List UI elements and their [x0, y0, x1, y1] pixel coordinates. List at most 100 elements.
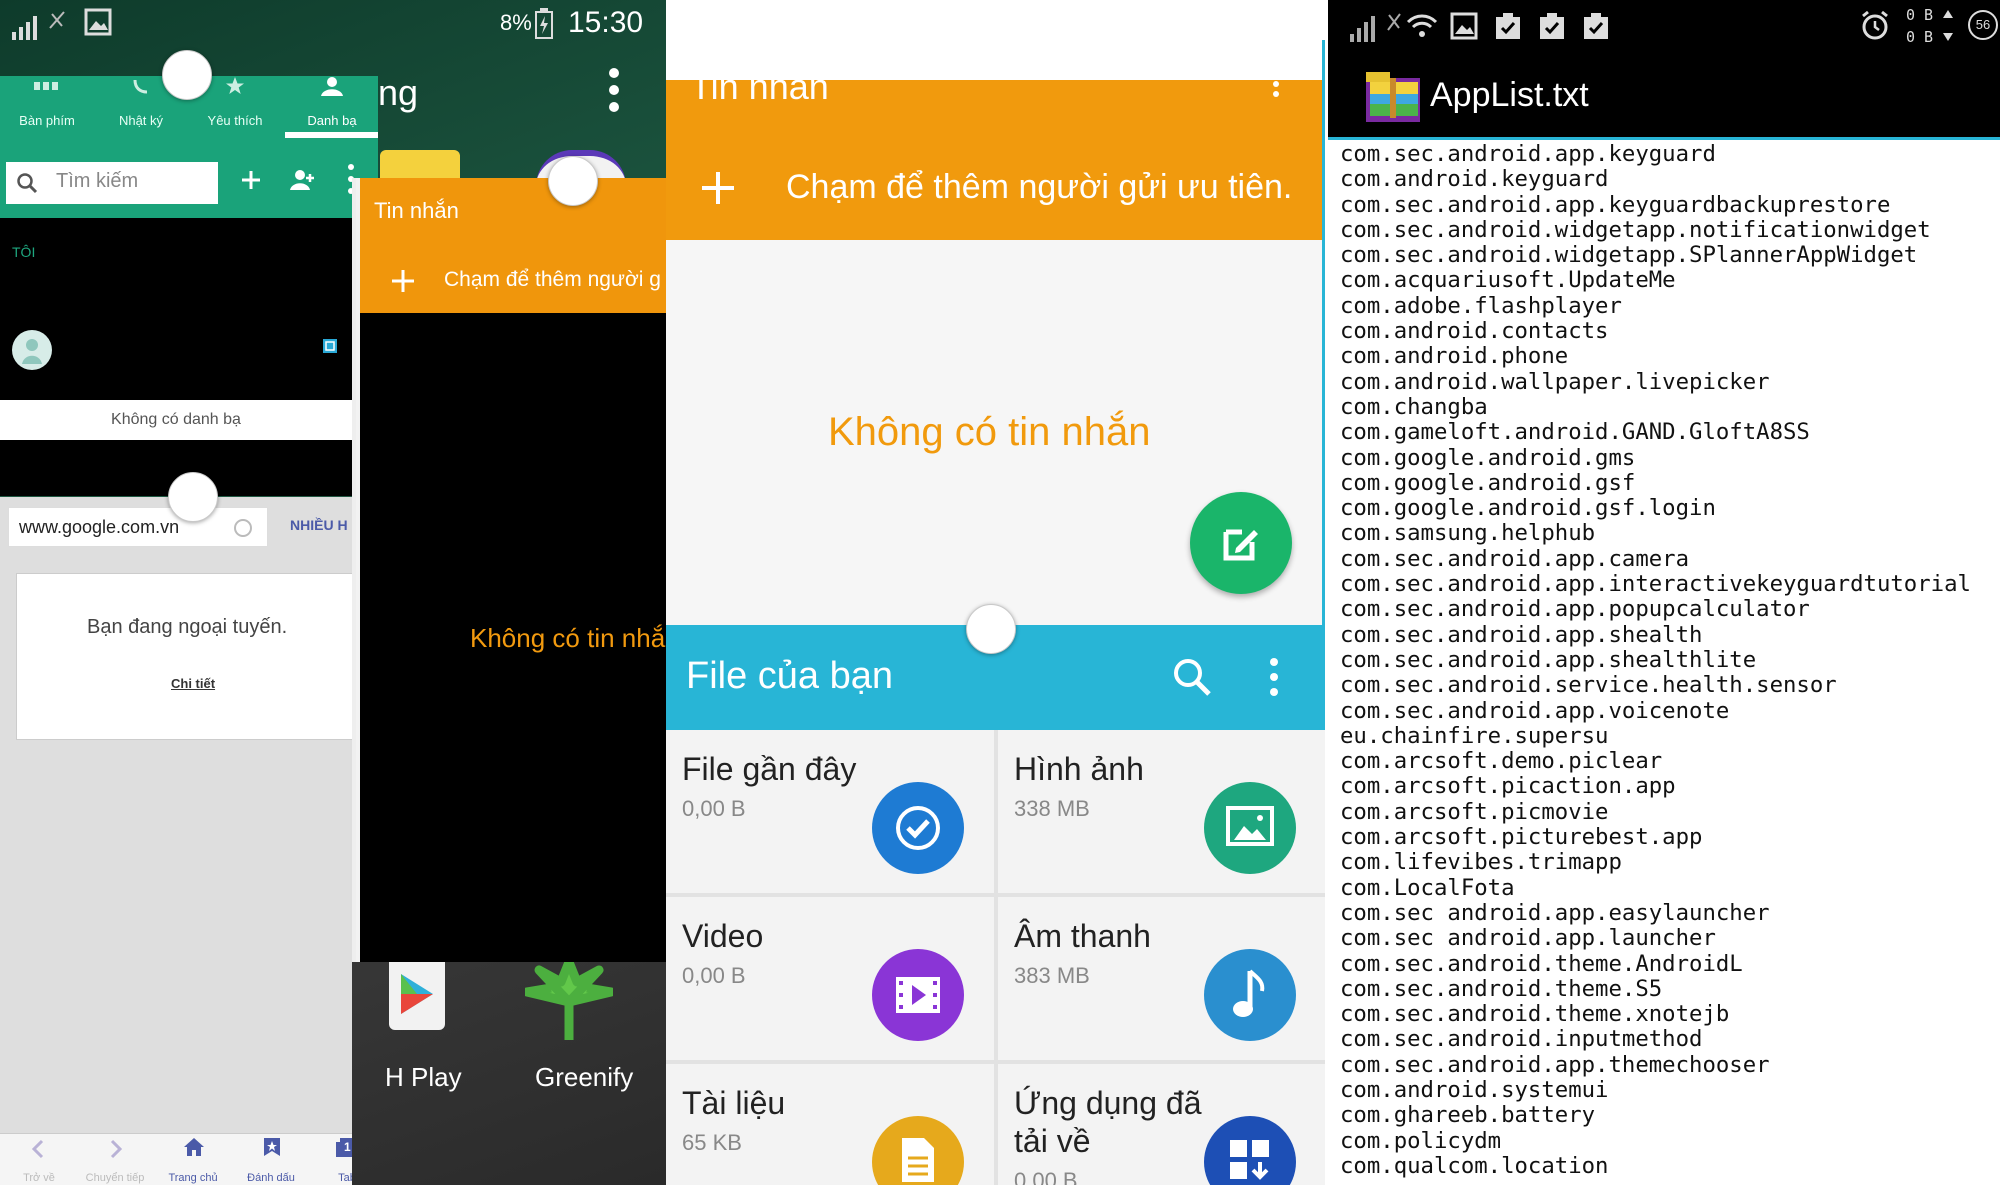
compose-fab[interactable] — [1190, 492, 1292, 594]
browser-window: www.google.com.vn NHIỀU H Bạn đang ngoại… — [0, 497, 352, 1185]
search-icon[interactable] — [1172, 657, 1212, 697]
signal-icon — [1350, 16, 1375, 42]
app-list-line: com.android.contacts — [1340, 318, 1609, 345]
nav-bookmarks[interactable]: Đánh dấu — [236, 1134, 306, 1185]
app-list-line: com.acquariusoft.UpdateMe — [1340, 267, 1676, 294]
person-icon — [321, 77, 343, 96]
tab-contacts[interactable]: Danh bạ — [285, 76, 378, 138]
contact-groups-icon[interactable] — [288, 168, 318, 192]
tile-audio[interactable]: Âm thanh 383 MB — [998, 897, 1325, 1060]
section-header-me: TÔI — [12, 244, 36, 260]
app-list-line: com.adobe.flashplayer — [1340, 292, 1622, 319]
app-list-line: com.gameloft.android.GAND.GloftA8SS — [1340, 419, 1810, 446]
battery-charging-icon — [535, 8, 553, 39]
app-list-line: com.sec.android.app.shealthlite — [1340, 646, 1757, 673]
add-priority-sender[interactable]: Chạm để thêm người gửi ưu tiên. — [786, 168, 1292, 207]
app-list-line: com.sec android.app.easylauncher — [1340, 899, 1770, 926]
sim-badge-icon — [323, 339, 337, 353]
window-resize-handle[interactable] — [168, 472, 218, 522]
winrar-archive-icon — [1366, 72, 1420, 122]
app-label[interactable]: H Play — [385, 1062, 462, 1093]
window-resize-handle[interactable] — [162, 50, 212, 100]
url-bar[interactable]: www.google.com.vn — [8, 507, 268, 547]
app-list-line: com.lifevibes.trimapp — [1340, 849, 1622, 876]
nav-tabs[interactable]: 1 Tab — [312, 1134, 352, 1185]
app-list-line: com.sec.android.app.popupcalculator — [1340, 596, 1810, 623]
tab-label: Yêu thích — [207, 113, 263, 128]
add-icon[interactable] — [390, 268, 416, 294]
tab-keypad[interactable]: Bàn phím — [0, 76, 94, 138]
search-placeholder: Tìm kiếm — [56, 170, 139, 192]
app-label[interactable]: Greenify — [535, 1062, 633, 1093]
app-list-line: com.android.systemui — [1340, 1076, 1609, 1103]
nav-forward[interactable]: Chuyển tiếp — [80, 1134, 150, 1185]
file-title: AppList.txt — [1430, 76, 1589, 114]
play-store-app-icon[interactable] — [389, 962, 445, 1030]
arrow-down-icon — [1943, 33, 1953, 41]
app-list-line: com.google.android.gsf.login — [1340, 495, 1716, 522]
wifi-icon — [1406, 14, 1438, 37]
tile-title: Tài liệu — [682, 1085, 786, 1121]
download-apps-icon — [1204, 1116, 1296, 1185]
app-list-text: com.sec.android.app.keyguard com.android.… — [1340, 141, 2000, 1179]
app-list-line: com.android.keyguard — [1340, 166, 1609, 193]
app-list-line: com.sec.android.theme.S5 — [1340, 975, 1663, 1002]
battery-level: 56 — [1975, 17, 1991, 32]
tile-title: File gần đây — [682, 751, 857, 787]
add-priority-sender[interactable]: Chạm để thêm người g — [444, 268, 661, 292]
files-title: File của bạn — [686, 655, 894, 697]
alarm-icon — [1862, 10, 1888, 40]
window-resize-handle[interactable] — [966, 604, 1016, 654]
tile-recent-files[interactable]: File gần đây 0,00 B — [666, 730, 994, 893]
reload-icon[interactable] — [232, 517, 254, 539]
more-options-icon[interactable] — [1268, 657, 1280, 697]
clock-check-icon — [872, 782, 964, 874]
greenify-leaf-icon[interactable] — [525, 962, 613, 1042]
nav-home[interactable]: Trang chủ — [158, 1134, 228, 1185]
contacts-me-section: TÔI — [0, 218, 378, 398]
panel-divider — [1325, 0, 1328, 1185]
avatar[interactable] — [12, 330, 52, 370]
nav-label: Tab — [338, 1172, 352, 1184]
music-note-icon — [1204, 949, 1296, 1041]
add-icon[interactable] — [700, 170, 736, 206]
clipboard-check-icon — [1540, 13, 1564, 39]
nav-label: Trở về — [23, 1172, 55, 1184]
tile-video[interactable]: Video 0,00 B — [666, 897, 994, 1060]
browser-side-text: NHIỀU H — [290, 517, 348, 533]
memo-app-icon[interactable] — [380, 150, 460, 178]
add-icon[interactable] — [240, 169, 262, 191]
contacts-search-input[interactable]: Tìm kiếm — [6, 162, 218, 204]
browser-bottom-nav: Trở về Chuyển tiếp Trang chủ Đánh dấu 1 … — [0, 1133, 352, 1185]
gallery-notification-icon — [1450, 12, 1478, 40]
nav-back[interactable]: Trở về — [4, 1134, 74, 1185]
nav-label: Đánh dấu — [247, 1172, 295, 1184]
app-list-line: com.sec.android.theme.AndroidL — [1340, 950, 1743, 977]
url-text: www.google.com.vn — [19, 517, 180, 537]
arrow-up-icon — [1943, 10, 1953, 18]
details-link[interactable]: Chi tiết — [171, 676, 215, 691]
app-list-line: com.sec.android.app.voicenote — [1340, 697, 1730, 724]
tile-downloaded-apps[interactable]: Ứng dụng đã tải về 0,00 B — [998, 1064, 1325, 1185]
battery-circle-indicator: 56 — [1968, 10, 1998, 40]
home-partial-title: ng — [378, 72, 419, 113]
no-messages-text: Không có tin nhắn — [828, 410, 1151, 454]
app-list-line: com.sec.android.app.themechooser — [1340, 1051, 1770, 1078]
net-speed-down: 0 B — [1906, 28, 1934, 46]
status-time: 15:30 — [568, 6, 644, 39]
more-options-icon[interactable] — [1270, 80, 1282, 104]
bookmark-star-icon — [264, 1138, 280, 1156]
app-list-line: com.sec.android.service.health.sensor — [1340, 672, 1837, 699]
messages-empty-area: Không có tin nhắn — [666, 240, 1325, 625]
app-list-line: com.policydm — [1340, 1127, 1502, 1154]
app-list-line: com.sec.android.widgetapp.SPlannerAppWid… — [1340, 242, 1918, 269]
no-data-icon — [49, 11, 65, 29]
tile-images[interactable]: Hình ảnh 338 MB — [998, 730, 1325, 893]
app-list-line: com.sec.android.theme.xnotejb — [1340, 1001, 1730, 1028]
app-list-line: com.sec android.app.launcher — [1340, 925, 1716, 952]
overflow-menu-icon[interactable] — [606, 66, 622, 114]
gallery-notification-icon — [84, 8, 112, 36]
window-resize-handle[interactable] — [548, 156, 598, 206]
tile-documents[interactable]: Tài liệu 65 KB — [666, 1064, 994, 1185]
messages-title: Tin nhắn — [690, 66, 829, 107]
